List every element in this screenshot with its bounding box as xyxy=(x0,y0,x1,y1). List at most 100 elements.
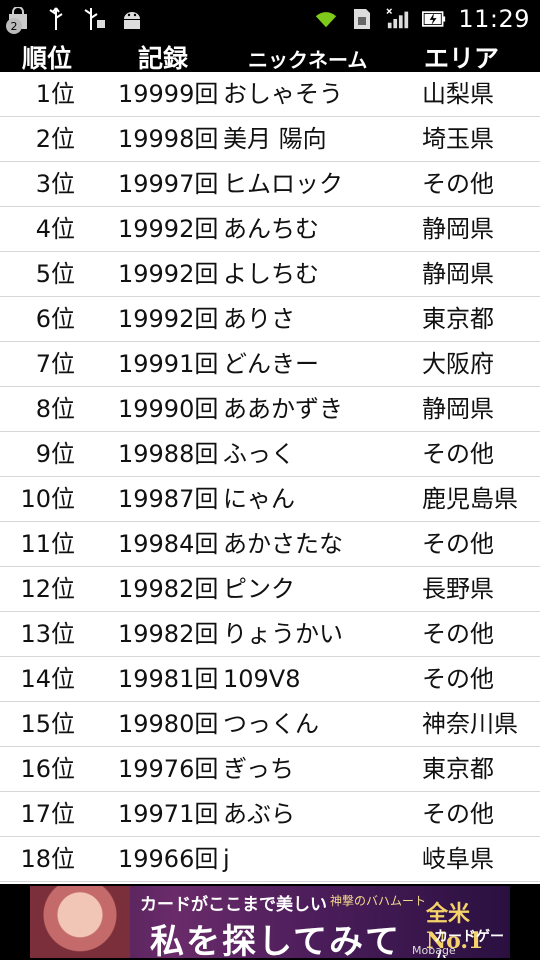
row-record: 19998回 xyxy=(118,125,219,153)
table-row[interactable]: 9位 19988回 ふっく その他 xyxy=(0,432,540,477)
row-nickname: あんちむ xyxy=(223,215,319,243)
row-area: 東京都 xyxy=(422,305,494,333)
ad-banner[interactable]: カードがここまで美しい 私を探してみて 神撃のバハムート 全米No.1 カードゲ… xyxy=(0,884,540,960)
table-row[interactable]: 16位 19976回 ぎっち 東京都 xyxy=(0,747,540,792)
row-rank: 11位 xyxy=(20,530,75,558)
ad-headline: 私を探してみて xyxy=(150,922,401,958)
signal-icon xyxy=(386,6,410,32)
row-rank: 16位 xyxy=(20,755,75,783)
row-rank: 17位 xyxy=(20,800,75,828)
table-row[interactable]: 7位 19991回 どんきー 大阪府 xyxy=(0,342,540,387)
table-row[interactable]: 17位 19971回 あぶら その他 xyxy=(0,792,540,837)
row-rank: 2位 xyxy=(35,125,75,153)
row-rank: 18位 xyxy=(20,845,75,873)
ad-tagline: カードがここまで美しい xyxy=(140,895,327,915)
row-record: 19988回 xyxy=(118,440,219,468)
ranking-list[interactable]: 1位 19999回 おしゃそう 山梨県 2位 19998回 美月 陽向 埼玉県 3位 19997回… xyxy=(0,72,540,882)
usb-icon xyxy=(44,6,68,32)
table-row[interactable]: 10位 19987回 にゃん 鹿児島県 xyxy=(0,477,540,522)
row-nickname: あかさたな xyxy=(223,530,343,558)
row-record: 19971回 xyxy=(118,800,219,828)
table-row[interactable]: 13位 19982回 りょうかい その他 xyxy=(0,612,540,657)
row-rank: 4位 xyxy=(35,215,75,243)
header-rank: 順位 xyxy=(22,44,73,73)
row-nickname: 109V8 xyxy=(223,665,301,693)
row-rank: 13位 xyxy=(20,620,75,648)
table-row[interactable]: 4位 19992回 あんちむ 静岡県 xyxy=(0,207,540,252)
row-rank: 1位 xyxy=(35,80,75,108)
row-nickname: ああかずき xyxy=(223,395,343,423)
row-nickname: にゃん xyxy=(223,485,295,513)
row-area: 山梨県 xyxy=(422,80,494,108)
row-nickname: どんきー xyxy=(223,350,319,378)
row-rank: 7位 xyxy=(35,350,75,378)
android-icon xyxy=(120,6,144,32)
row-area: 鹿児島県 xyxy=(422,485,518,513)
row-record: 19981回 xyxy=(118,665,219,693)
row-area: 静岡県 xyxy=(422,395,494,423)
row-area: その他 xyxy=(422,620,494,648)
table-row[interactable]: 8位 19990回 ああかずき 静岡県 xyxy=(0,387,540,432)
table-row[interactable]: 1位 19999回 おしゃそう 山梨県 xyxy=(0,72,540,117)
ad-game-title: 神撃のバハムート xyxy=(330,894,427,908)
row-nickname: ふっく xyxy=(223,440,295,468)
row-record: 19999回 xyxy=(118,80,219,108)
row-area: 神奈川県 xyxy=(422,710,518,738)
ad-image[interactable]: カードがここまで美しい 私を探してみて 神撃のバハムート 全米No.1 カードゲ… xyxy=(30,886,510,958)
row-area: 大阪府 xyxy=(422,350,494,378)
table-row[interactable]: 2位 19998回 美月 陽向 埼玉県 xyxy=(0,117,540,162)
row-rank: 3位 xyxy=(35,170,75,198)
row-area: 埼玉県 xyxy=(422,125,494,153)
bag-icon: 2 xyxy=(6,6,30,34)
row-area: その他 xyxy=(422,800,494,828)
row-area: その他 xyxy=(422,665,494,693)
table-row[interactable]: 3位 19997回 ヒムロック その他 xyxy=(0,162,540,207)
row-rank: 14位 xyxy=(20,665,75,693)
sim-icon xyxy=(350,6,374,32)
ranking-header: 順位 記録 ニックネーム エリア xyxy=(0,38,540,73)
table-row[interactable]: 11位 19984回 あかさたな その他 xyxy=(0,522,540,567)
notification-count-badge: 2 xyxy=(6,18,22,34)
row-nickname: ありさ xyxy=(223,305,295,333)
row-nickname: あぶら xyxy=(223,800,295,828)
table-row[interactable]: 14位 19981回 109V8 その他 xyxy=(0,657,540,702)
row-rank: 9位 xyxy=(35,440,75,468)
ad-brand: Mobage xyxy=(412,944,456,957)
row-record: 19980回 xyxy=(118,710,219,738)
row-nickname: ピンク xyxy=(223,575,295,603)
row-record: 19992回 xyxy=(118,305,219,333)
row-area: その他 xyxy=(422,530,494,558)
row-nickname: つっくん xyxy=(223,710,319,738)
row-record: 19982回 xyxy=(118,620,219,648)
row-record: 19990回 xyxy=(118,395,219,423)
row-record: 19984回 xyxy=(118,530,219,558)
row-rank: 15位 xyxy=(20,710,75,738)
row-rank: 5位 xyxy=(35,260,75,288)
table-row[interactable]: 18位 19966回 j 岐阜県 xyxy=(0,837,540,882)
row-record: 19966回 xyxy=(118,845,219,873)
row-nickname: りょうかい xyxy=(223,620,343,648)
row-area: 静岡県 xyxy=(422,260,494,288)
row-record: 19992回 xyxy=(118,215,219,243)
row-nickname: ヒムロック xyxy=(223,170,343,198)
battery-charging-icon xyxy=(422,6,446,32)
wifi-icon xyxy=(314,6,338,32)
row-record: 19976回 xyxy=(118,755,219,783)
table-row[interactable]: 12位 19982回 ピンク 長野県 xyxy=(0,567,540,612)
row-record: 19982回 xyxy=(118,575,219,603)
clock: 11:29 xyxy=(458,5,530,33)
row-nickname: おしゃそう xyxy=(223,80,343,108)
row-area: 長野県 xyxy=(422,575,494,603)
table-row[interactable]: 6位 19992回 ありさ 東京都 xyxy=(0,297,540,342)
row-record: 19991回 xyxy=(118,350,219,378)
row-nickname: 美月 陽向 xyxy=(223,125,327,153)
row-record: 19992回 xyxy=(118,260,219,288)
usb-debug-icon xyxy=(82,6,106,32)
row-nickname: ぎっち xyxy=(223,755,295,783)
ad-character-image xyxy=(30,886,130,958)
row-rank: 12位 xyxy=(20,575,75,603)
table-row[interactable]: 15位 19980回 つっくん 神奈川県 xyxy=(0,702,540,747)
table-row[interactable]: 5位 19992回 よしちむ 静岡県 xyxy=(0,252,540,297)
row-record: 19997回 xyxy=(118,170,219,198)
row-record: 19987回 xyxy=(118,485,219,513)
